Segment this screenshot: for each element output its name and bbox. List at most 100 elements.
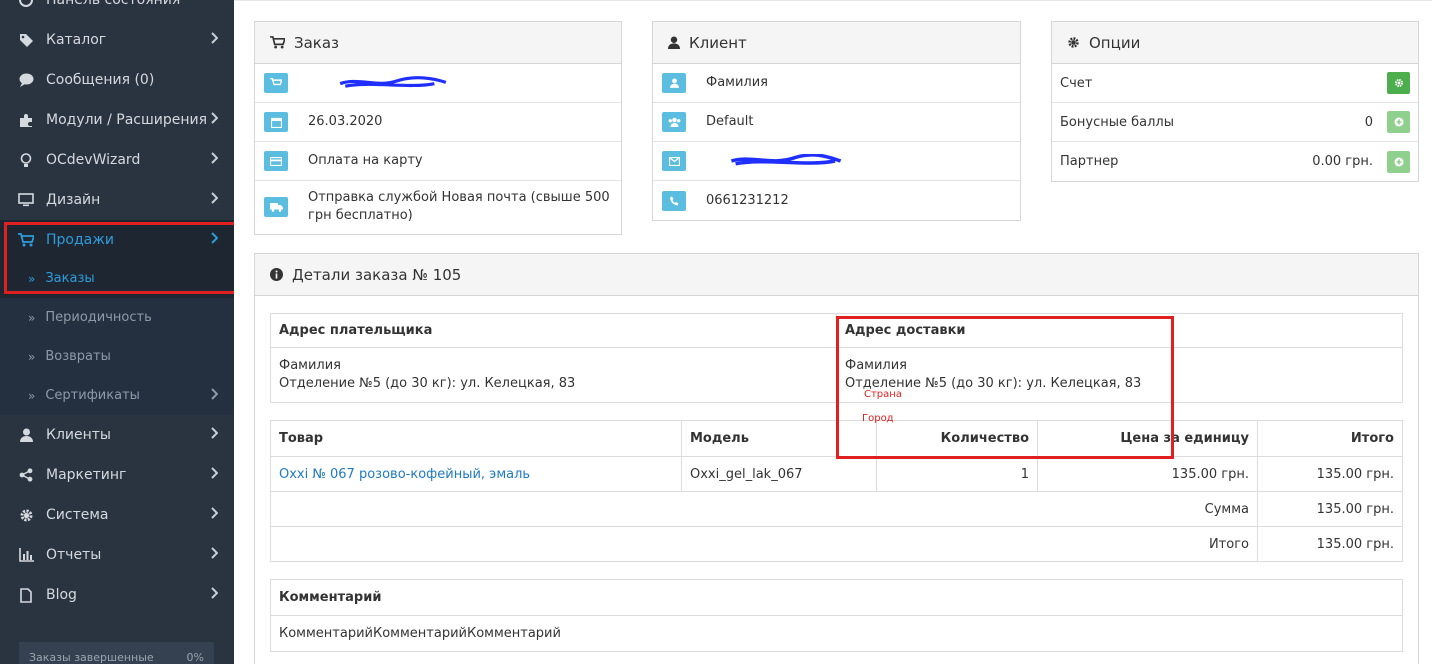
payment-address-cell: Фамилия Отделение №5 (до 30 кг): ул. Кел… [270,347,837,403]
sidebar-subitem-label: Возвраты [45,349,111,364]
comment-text: КомментарийКомментарийКомментарий [270,615,1403,652]
add-reward-button[interactable] [1387,111,1410,133]
chevron-right-icon [210,192,219,208]
product-cell: Oxxi № 067 розово-кофейный, эмаль [270,456,682,492]
sidebar-item-label: Система [46,507,109,523]
shipping-address-header: Адрес доставки [836,313,1403,348]
payment-address-line: Фамилия [279,358,341,373]
sidebar-item-label: Продажи [46,232,114,248]
chevron-right-icon [210,232,219,248]
sidebar-item-dashboard[interactable]: Панель состояния [0,0,234,20]
customer-name-row: Фамилия [653,64,1020,103]
redacted-scribble [339,76,447,88]
sidebar-subitem-vouchers[interactable]: » Сертификаты [0,376,234,415]
sidebar-subitem-label: Сертификаты [45,388,140,403]
option-label: Счет [1060,75,1093,91]
sidebar-item-sales[interactable]: Продажи [0,220,234,260]
chevron-right-icon [210,152,219,168]
chevron-right-icon [210,112,219,128]
table-row: Oxxi № 067 розово-кофейный, эмаль Oxxi_g… [270,456,1403,492]
sidebar-item-label: Панель состояния [46,0,181,8]
chevron-right-icon [210,587,219,603]
calendar-icon [264,112,288,132]
phone-icon [662,190,686,211]
col-quantity: Количество [876,420,1038,457]
order-details-header: Детали заказа № 105 [255,254,1418,296]
sidebar-item-label: Дизайн [46,192,101,208]
unit-price-cell: 135.00 грн. [1037,456,1258,492]
option-value: 0 [1364,114,1373,130]
sidebar-subitem-label: Периодичность [45,310,152,325]
panel-title: Опции [1089,33,1141,52]
credit-card-icon [264,151,288,171]
chevron-right-icon [210,507,219,523]
sidebar-item-label: Модули / Расширения [46,112,208,128]
option-reward-row: Бонусные баллы 0 [1052,103,1418,142]
double-chevron-icon: » [28,271,36,286]
customer-phone-row: 0661231212 [653,181,1020,220]
totals-value: 135.00 грн. [1257,526,1403,562]
comment-table: Комментарий КомментарийКомментарийКоммен… [270,579,1403,652]
sidebar-item-customers[interactable]: Клиенты [0,415,234,455]
sidebar-item-modules[interactable]: Модули / Расширения [0,100,234,140]
add-commission-button[interactable] [1387,150,1410,173]
annotation-note-city: Город [862,413,894,424]
customer-group-row: Default [653,103,1020,142]
sidebar-item-blog[interactable]: Blog [0,575,234,615]
payment-address-header: Адрес плательщика [270,313,837,348]
file-icon [18,587,34,603]
sidebar-item-label: Маркетинг [46,467,127,483]
generate-invoice-button[interactable] [1387,72,1410,94]
sidebar-subitem-orders[interactable]: » Заказы [0,259,234,298]
share-icon [18,468,34,482]
sidebar-item-reports[interactable]: Отчеты [0,535,234,575]
order-payment-row: Оплата на карту [255,142,621,181]
sidebar-item-design[interactable]: Дизайн [0,180,234,220]
cog-icon [18,508,34,523]
sidebar-subitem-returns[interactable]: » Возвраты [0,337,234,376]
annotation-note-country: Страна [864,389,902,400]
payment-address-line: Отделение №5 (до 30 кг): ул. Келецкая, 8… [279,376,576,391]
address-table: Адрес плательщика Адрес доставки Фамилия… [270,313,1403,403]
customer-name-link[interactable]: Фамилия [706,74,768,92]
sidebar-item-catalog[interactable]: Каталог [0,20,234,60]
sidebar-subitem-recurring[interactable]: » Периодичность [0,298,234,337]
col-product: Товар [270,420,682,457]
cart-icon [18,233,34,247]
monitor-icon [18,193,34,207]
chevron-right-icon [210,427,219,443]
user-icon [668,36,680,49]
sidebar-item-system[interactable]: Система [0,495,234,535]
order-date-row: 26.03.2020 [255,103,621,142]
sidebar-item-messages[interactable]: Сообщения (0) [0,60,234,100]
sidebar-item-ocdevwizard[interactable]: OCdevWizard [0,140,234,180]
cog-icon [1394,79,1403,87]
order-panel-header: Заказ [255,22,621,64]
double-chevron-icon: » [28,388,36,403]
shipping-address-line: Отделение №5 (до 30 кг): ул. Келецкая, 8… [845,376,1142,391]
order-shipping-row: Отправка службой Новая почта (свыше 500 … [255,181,621,233]
sidebar-item-marketing[interactable]: Маркетинг [0,455,234,495]
plus-circle-icon [1394,157,1403,166]
redacted-scribble [730,154,842,166]
panel-title: Заказ [294,33,340,52]
orders-completed-progress: Заказы завершенные 0% [19,642,214,664]
shipping-address-cell: Фамилия Отделение №5 (до 30 кг): ул. Кел… [836,347,1403,403]
option-label: Партнер [1060,154,1119,169]
order-date: 26.03.2020 [308,114,383,129]
col-unit-price: Цена за единицу [1037,420,1258,457]
panel-title: Детали заказа № 105 [292,265,462,284]
envelope-icon [662,151,686,171]
quantity-cell: 1 [876,456,1038,492]
product-link[interactable]: Oxxi № 067 розово-кофейный, эмаль [279,467,530,482]
progress-label: Заказы завершенные [29,650,154,664]
plus-circle-icon [1394,117,1403,127]
products-table: Товар Модель Количество Цена за единицу … [270,420,1403,562]
totals-label: Итого [270,526,1258,562]
sidebar-item-label: Отчеты [46,547,102,563]
dashboard-icon [18,0,34,7]
double-chevron-icon: » [28,349,36,364]
progress-value: 0% [186,650,204,664]
order-panel: Заказ 26.03.2020 Оплата на карту Отправк… [254,21,622,235]
cog-icon [1068,37,1079,48]
